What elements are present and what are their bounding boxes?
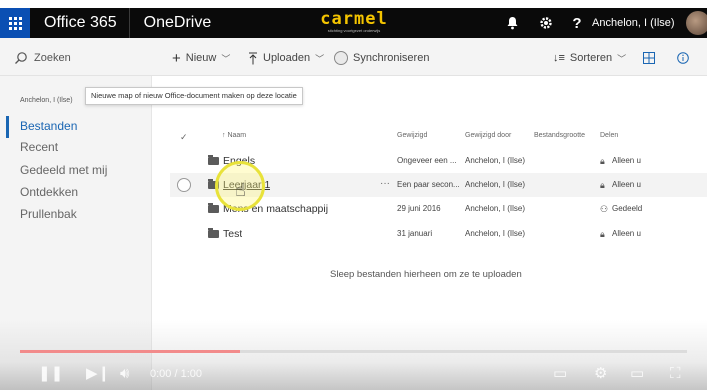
sort-button[interactable]: ↓≡ Sorteren ﹀ — [553, 48, 626, 68]
volume-icon[interactable]: 🔊︎ — [120, 362, 129, 386]
folder-icon — [208, 155, 219, 165]
select-all-check[interactable]: ✓ — [180, 132, 188, 146]
command-bar: Zoeken + Nieuw ﹀ Uploaden ﹀ Synchroniser… — [0, 38, 707, 76]
bell-icon[interactable] — [498, 8, 526, 38]
table-row[interactable]: Test 31 januari Anchelon, I (Ilse) 🔒︎ Al… — [170, 222, 707, 246]
file-modified-by: Anchelon, I (Ilse) — [465, 229, 526, 238]
column-header-modified[interactable]: Gewijzigd — [397, 132, 427, 146]
nav-owner: Anchelon, I (Ilse) — [20, 97, 73, 104]
video-progress-fill — [20, 350, 241, 353]
drop-files-hint: Sleep bestanden hierheen om ze te upload… — [330, 269, 522, 280]
carmel-logo-word: carmel — [320, 9, 388, 29]
subtitles-icon[interactable]: ▭ — [553, 362, 567, 386]
sidebar-item-ontdekken[interactable]: Ontdekken — [20, 185, 78, 199]
folder-icon — [208, 228, 219, 238]
file-modified-by: Anchelon, I (Ilse) — [465, 156, 526, 165]
plus-icon: + — [172, 49, 181, 67]
lock-icon: 🔒︎ — [600, 229, 605, 239]
file-sharing: Alleen u — [612, 180, 641, 189]
column-header-sharing[interactable]: Delen — [600, 132, 618, 146]
new-label: Nieuw — [185, 52, 217, 64]
gear-icon[interactable] — [532, 8, 560, 38]
sidebar-item-prullenbak[interactable]: Prullenbak — [20, 207, 77, 221]
app-name[interactable]: OneDrive — [130, 8, 212, 38]
new-button[interactable]: + Nieuw ﹀ — [172, 48, 230, 68]
hand-cursor-icon: ☝ — [235, 180, 246, 200]
office365-brand[interactable]: Office 365 — [30, 8, 130, 38]
file-modified-by: Anchelon, I (Ilse) — [465, 204, 526, 213]
nav-active-indicator — [6, 116, 9, 138]
help-icon[interactable]: ? — [563, 8, 591, 38]
sync-button[interactable]: Synchroniseren — [334, 48, 429, 68]
column-header-name[interactable]: ↑ Naam — [222, 132, 246, 146]
folder-icon — [208, 203, 219, 213]
video-time: 0:00 / 1:00 — [150, 368, 202, 380]
suite-header: Office 365 OneDrive carmel stichting voo… — [0, 8, 707, 38]
search-icon — [15, 52, 27, 64]
pause-icon[interactable]: ❚❚ — [38, 362, 63, 386]
file-sharing: Alleen u — [612, 156, 641, 165]
sidebar-item-recent[interactable]: Recent — [20, 140, 58, 154]
avatar[interactable] — [686, 11, 707, 35]
fullscreen-icon[interactable]: ⛶ — [670, 362, 681, 386]
top-strip — [0, 0, 707, 8]
sidebar-item-bestanden[interactable]: Bestanden — [20, 119, 77, 133]
info-button[interactable] — [677, 48, 689, 68]
info-icon — [677, 52, 689, 64]
theater-mode-icon[interactable]: ▭ — [630, 362, 644, 386]
sort-label: Sorteren — [569, 52, 613, 64]
chevron-down-icon: ﹀ — [221, 53, 231, 64]
settings-icon[interactable]: ⚙ — [594, 362, 607, 386]
sidebar-item-gedeeld[interactable]: Gedeeld met mij — [20, 163, 107, 177]
new-button-tooltip: Nieuwe map of nieuw Office-document make… — [85, 87, 303, 105]
more-options-icon[interactable]: ··· — [380, 173, 390, 197]
file-modified: Ongeveer een ... — [397, 156, 457, 165]
grid-view-icon — [643, 52, 655, 64]
row-select-checkbox[interactable] — [177, 178, 191, 192]
lock-icon: 🔒︎ — [600, 180, 605, 190]
sync-icon — [334, 51, 348, 65]
next-icon[interactable]: ▶❙ — [86, 362, 110, 386]
user-name[interactable]: Anchelon, I (Ilse) — [592, 8, 675, 38]
file-modified: Een paar secon... — [397, 180, 460, 189]
upload-icon — [249, 52, 257, 64]
file-sharing: Alleen u — [612, 229, 641, 238]
carmel-logo: carmel stichting voortgezet onderwijs — [314, 10, 394, 36]
upload-label: Uploaden — [263, 52, 311, 64]
column-header-modified-by[interactable]: Gewijzigd door — [465, 132, 511, 146]
view-toggle-button[interactable] — [643, 48, 655, 68]
waffle-icon[interactable] — [0, 8, 30, 38]
upload-button[interactable]: Uploaden ﹀ — [248, 48, 324, 68]
sync-label: Synchroniseren — [353, 52, 430, 64]
file-sharing: Gedeeld — [612, 204, 643, 213]
file-modified-by: Anchelon, I (Ilse) — [465, 180, 526, 189]
file-modified: 29 juni 2016 — [397, 204, 441, 213]
chevron-down-icon: ﹀ — [617, 53, 627, 64]
sort-icon: ↓≡ — [553, 52, 565, 64]
search-input[interactable]: Zoeken — [14, 48, 144, 68]
people-icon: ⚇ — [600, 204, 609, 214]
column-header-size[interactable]: Bestandsgrootte — [534, 132, 585, 146]
file-modified: 31 januari — [397, 229, 433, 238]
file-name[interactable]: Test — [223, 222, 242, 246]
search-placeholder: Zoeken — [34, 52, 71, 64]
chevron-down-icon: ﹀ — [315, 53, 325, 64]
lock-icon: 🔒︎ — [600, 156, 605, 166]
video-progress-bar[interactable] — [20, 350, 687, 353]
